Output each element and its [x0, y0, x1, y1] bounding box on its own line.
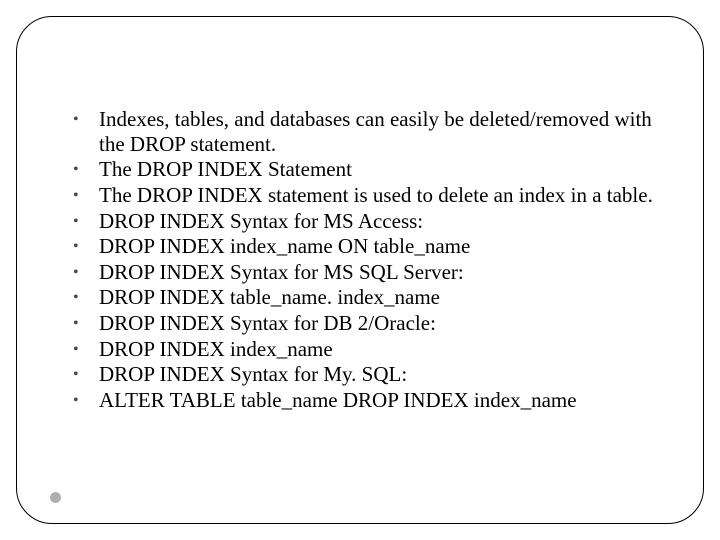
list-item-text: The DROP INDEX Statement	[99, 157, 663, 182]
list-item-text: DROP INDEX Syntax for My. SQL:	[99, 362, 663, 387]
bullet-icon: •	[73, 183, 99, 209]
list-item-text: DROP INDEX index_name ON table_name	[99, 234, 663, 259]
bullet-icon: •	[73, 388, 99, 414]
list-item: • DROP INDEX Syntax for My. SQL:	[73, 362, 663, 388]
list-item-text: DROP INDEX index_name	[99, 337, 663, 362]
list-item-text: DROP INDEX Syntax for DB 2/Oracle:	[99, 311, 663, 336]
list-item-text: ALTER TABLE table_name DROP INDEX index_…	[99, 388, 663, 413]
list-item-text: DROP INDEX Syntax for MS SQL Server:	[99, 260, 663, 285]
list-item: • DROP INDEX Syntax for MS SQL Server:	[73, 260, 663, 286]
bullet-list: • Indexes, tables, and databases can eas…	[73, 107, 663, 413]
list-item-text: DROP INDEX table_name. index_name	[99, 285, 663, 310]
list-item: • DROP INDEX index_name	[73, 337, 663, 363]
bullet-icon: •	[73, 107, 99, 133]
list-item: • DROP INDEX index_name ON table_name	[73, 234, 663, 260]
list-item: • Indexes, tables, and databases can eas…	[73, 107, 663, 157]
bullet-icon: •	[73, 337, 99, 363]
list-item-text: Indexes, tables, and databases can easil…	[99, 107, 663, 157]
bullet-icon: •	[73, 234, 99, 260]
bullet-icon: •	[73, 285, 99, 311]
list-item: • The DROP INDEX statement is used to de…	[73, 183, 663, 209]
list-item-text: The DROP INDEX statement is used to dele…	[99, 183, 663, 208]
bullet-icon: •	[73, 260, 99, 286]
list-item: • DROP INDEX Syntax for DB 2/Oracle:	[73, 311, 663, 337]
list-item: • The DROP INDEX Statement	[73, 157, 663, 183]
bullet-icon: •	[73, 362, 99, 388]
footer-dot-icon	[50, 492, 61, 503]
bullet-icon: •	[73, 157, 99, 183]
bullet-icon: •	[73, 209, 99, 235]
list-item: • DROP INDEX Syntax for MS Access:	[73, 209, 663, 235]
list-item: • DROP INDEX table_name. index_name	[73, 285, 663, 311]
list-item-text: DROP INDEX Syntax for MS Access:	[99, 209, 663, 234]
list-item: • ALTER TABLE table_name DROP INDEX inde…	[73, 388, 663, 414]
slide-frame: • Indexes, tables, and databases can eas…	[16, 16, 704, 524]
bullet-icon: •	[73, 311, 99, 337]
